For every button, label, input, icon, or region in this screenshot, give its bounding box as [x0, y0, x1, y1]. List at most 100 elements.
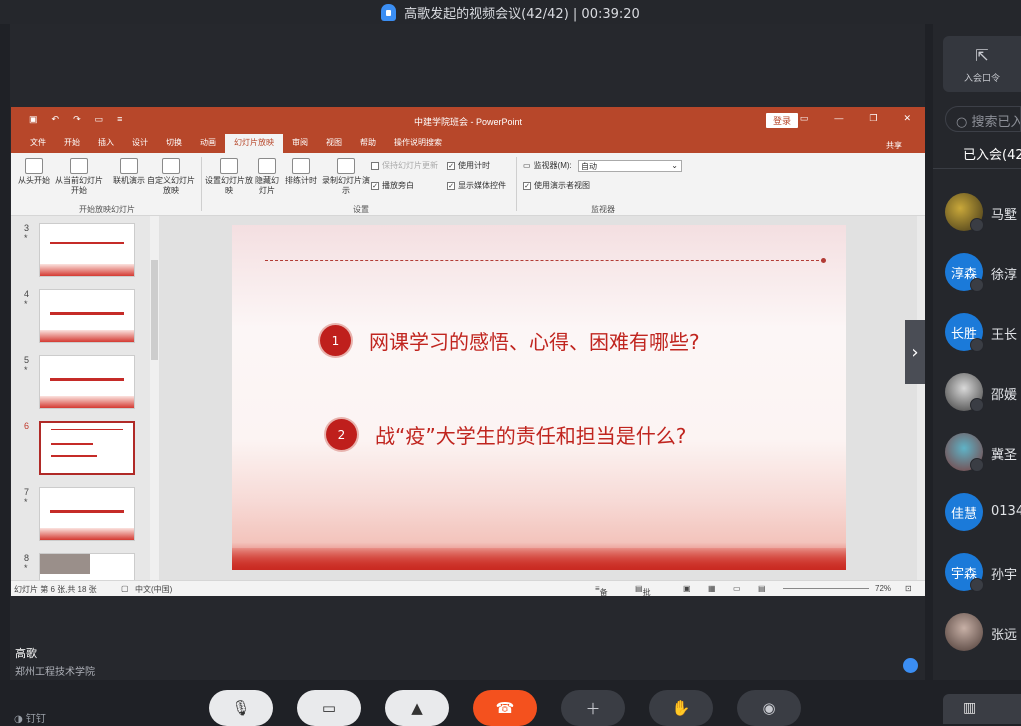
participant-row[interactable]: 淳森 徐淳: [945, 253, 1021, 293]
app-brand: ◑ 钉钉: [14, 714, 46, 725]
mute-microphone-button[interactable]: 🎙: [209, 690, 273, 726]
online-present-button[interactable]: 联机演示: [111, 158, 147, 186]
layout-toggle-button[interactable]: ▥: [943, 694, 1021, 724]
participant-search-input[interactable]: ○ 搜索已入会: [945, 106, 1021, 132]
use-timings-checkbox[interactable]: ✓ 使用计时: [447, 160, 490, 171]
participant-row[interactable]: 宇森 孙宇: [945, 553, 1021, 593]
tab-joined[interactable]: 已入会(42): [963, 144, 1021, 163]
slide-thumbnail-5[interactable]: [39, 355, 135, 409]
participant-row[interactable]: 张远: [945, 613, 1021, 653]
slide-editing-canvas: 1 网课学习的感悟、心得、困难有哪些? 2 战“疫”大学生的责任和担当是什么?: [159, 216, 917, 580]
custom-show-button[interactable]: 自定义幻灯片放映: [147, 158, 195, 196]
record-button[interactable]: ◉: [737, 690, 801, 726]
meeting-title: 高歌发起的视频会议(42/42) | 00:39:20: [404, 6, 640, 22]
tab-review[interactable]: 审阅: [283, 134, 317, 153]
interaction-button[interactable]: ✋: [649, 690, 713, 726]
thumbnail-scrollbar[interactable]: [150, 216, 159, 580]
participant-name: 徐淳: [991, 268, 1018, 283]
slide-thumbnail-8[interactable]: [39, 553, 135, 580]
tab-animations[interactable]: 动画: [191, 134, 225, 153]
ribbon-display-icon[interactable]: ▭: [800, 113, 809, 124]
presenter-organization: 郑州工程技术学院: [15, 667, 95, 678]
comments-button[interactable]: ▤ 批注: [635, 584, 651, 596]
slide-thumbnail-3[interactable]: [39, 223, 135, 277]
tell-me-search[interactable]: 操作说明搜索: [385, 134, 451, 153]
presenter-view-checkbox[interactable]: ✓ 使用演示者视图: [523, 180, 590, 191]
participant-row[interactable]: 邵媛: [945, 373, 1021, 413]
question-text: 网课学习的感悟、心得、困难有哪些?: [369, 330, 700, 354]
ribbon-separator: [516, 157, 517, 211]
normal-view-icon[interactable]: ▣: [683, 584, 691, 593]
thumb-image: [40, 554, 90, 574]
fit-slide-icon[interactable]: ⊡: [905, 584, 912, 593]
from-current-button[interactable]: 从当前幻灯片开始: [53, 158, 105, 196]
setup-show-button[interactable]: 设置幻灯片放映: [205, 158, 253, 196]
thumb-star: *: [24, 299, 28, 309]
hide-slide-button[interactable]: 隐藏幻灯片: [253, 158, 281, 196]
participant-row[interactable]: 佳慧 0134: [945, 493, 1021, 533]
thumb-star: *: [24, 233, 28, 243]
play-current-icon: [70, 158, 88, 174]
play-icon: [25, 158, 43, 174]
monitor-select[interactable]: 自动 ⌄: [578, 160, 682, 172]
slide-thumbnail-6[interactable]: [39, 421, 135, 475]
keep-updated-checkbox[interactable]: 保持幻灯片更新: [371, 160, 438, 171]
login-button[interactable]: 登录: [766, 113, 799, 128]
thumb-number: 6: [24, 421, 30, 431]
slideshow-view-icon[interactable]: ▤: [758, 584, 766, 593]
camera-toggle-button[interactable]: ▭: [297, 690, 361, 726]
reading-view-icon[interactable]: ▭: [733, 584, 741, 593]
scrollbar-thumb[interactable]: [151, 260, 158, 360]
chat-bubble-icon[interactable]: [903, 658, 918, 673]
slide-divider-line: [265, 260, 824, 261]
participant-row[interactable]: 马墅: [945, 193, 1021, 233]
rehearse-timings-button[interactable]: 排练计时: [283, 158, 319, 186]
slide-thumbnail-4[interactable]: [39, 289, 135, 343]
canvas-scrollbar[interactable]: [917, 216, 925, 580]
ribbon-tabs: 文件 开始 插入 设计 切换 动画 幻灯片放映 审阅 视图 帮助 操作说明搜索 …: [11, 133, 925, 153]
thumb-number: 4: [24, 289, 30, 299]
slide-decorative-wave: [232, 548, 846, 570]
chevron-down-icon: ⌄: [671, 161, 678, 170]
lock-icon: [381, 3, 397, 21]
zoom-level[interactable]: 72%: [875, 584, 891, 593]
close-icon[interactable]: ✕: [903, 113, 911, 124]
tab-transitions[interactable]: 切换: [157, 134, 191, 153]
tab-design[interactable]: 设计: [123, 134, 157, 153]
current-slide[interactable]: 1 网课学习的感悟、心得、困难有哪些? 2 战“疫”大学生的责任和担当是什么?: [232, 225, 846, 570]
maximize-icon[interactable]: ❐: [869, 113, 877, 124]
show-media-checkbox[interactable]: ✓ 显示媒体控件: [447, 180, 506, 191]
add-participant-button[interactable]: ＋: [561, 690, 625, 726]
online-icon: [120, 158, 138, 174]
minimize-icon[interactable]: —: [834, 113, 843, 124]
tab-file[interactable]: 文件: [21, 134, 55, 153]
tab-slideshow[interactable]: 幻灯片放映: [225, 134, 283, 153]
tab-view[interactable]: 视图: [317, 134, 351, 153]
spellcheck-icon[interactable]: ▢: [121, 584, 129, 593]
ribbon-separator: [201, 157, 202, 211]
participant-row[interactable]: 长胜 王长: [945, 313, 1021, 353]
invite-code-button[interactable]: ⇱ 入会口令: [943, 36, 1021, 92]
play-narration-checkbox[interactable]: ✓ 播放旁白: [371, 180, 414, 191]
tab-help[interactable]: 帮助: [351, 134, 385, 153]
record-show-button[interactable]: 录制幻灯片演示: [321, 158, 371, 196]
participant-name: 马墅: [991, 208, 1018, 223]
notes-button[interactable]: ≡ 备注: [595, 584, 608, 596]
participant-row[interactable]: 冀圣: [945, 433, 1021, 473]
group-monitors: 监视器: [591, 205, 615, 214]
timer-icon: [292, 158, 310, 174]
hand-icon: ✋: [671, 699, 691, 717]
next-page-arrow-icon[interactable]: ›: [905, 320, 925, 384]
tab-home[interactable]: 开始: [55, 134, 89, 153]
from-start-button[interactable]: 从头开始: [17, 158, 51, 186]
hang-up-button[interactable]: ☎: [473, 690, 537, 726]
slide-counter: 幻灯片 第 6 张,共 18 张: [14, 585, 97, 594]
mic-muted-icon: [970, 338, 984, 352]
zoom-slider[interactable]: [783, 588, 869, 589]
slide-thumbnail-7[interactable]: [39, 487, 135, 541]
share-screen-button[interactable]: ▲: [385, 690, 449, 726]
sorter-view-icon[interactable]: ▦: [708, 584, 716, 593]
camera-off-icon: ▭: [321, 699, 337, 717]
tab-insert[interactable]: 插入: [89, 134, 123, 153]
mic-muted-icon: [970, 398, 984, 412]
